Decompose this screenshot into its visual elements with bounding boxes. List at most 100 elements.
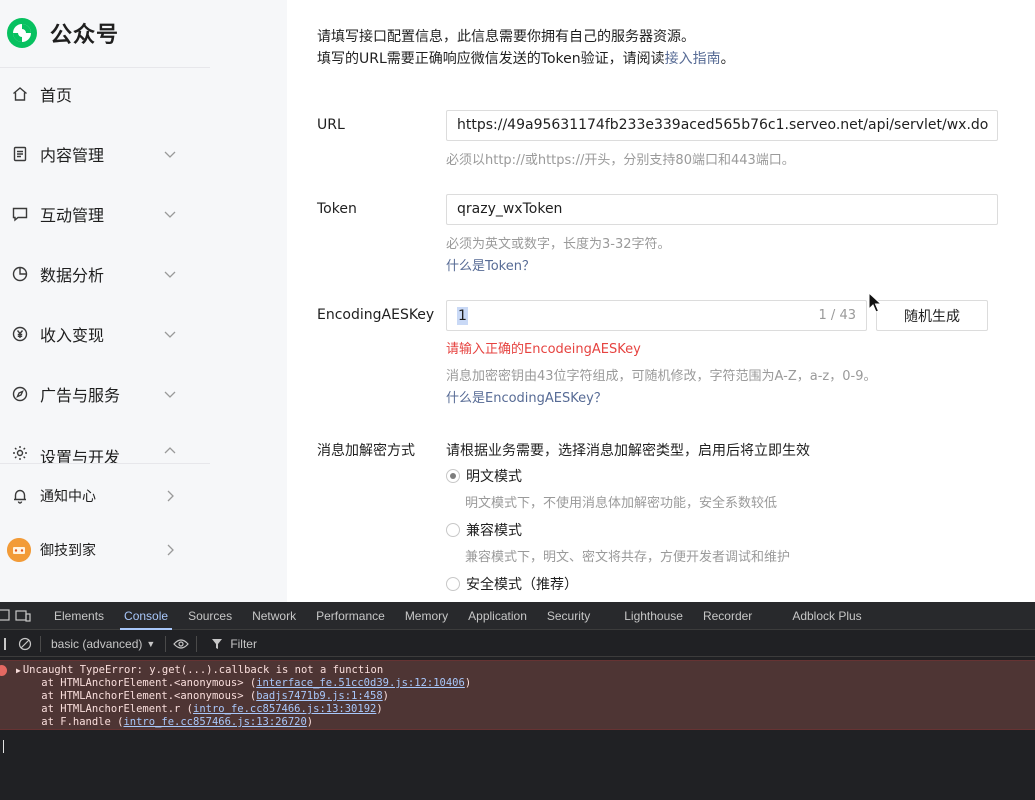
- devtools-tab-security[interactable]: Security: [537, 602, 600, 630]
- sidebar-item-interaction[interactable]: 互动管理: [0, 194, 210, 234]
- sidebar-item-settings[interactable]: 设置与开发: [0, 434, 210, 464]
- chevron-up-icon: [164, 447, 176, 454]
- radio-compatible-mode[interactable]: 兼容模式: [446, 520, 522, 540]
- pie-chart-icon: [11, 265, 29, 283]
- chat-icon: [11, 205, 29, 223]
- chevron-down-icon: [164, 331, 176, 338]
- devtools-tab-application[interactable]: Application: [458, 602, 537, 630]
- aes-key-error: 请输入正确的EncodeingAESKey: [446, 342, 641, 357]
- token-input[interactable]: qrazy_wxToken: [446, 194, 998, 225]
- home-icon: [11, 85, 29, 103]
- clear-console-icon[interactable]: [16, 630, 34, 658]
- intro-line-prefix: 填写的URL需要正确响应微信发送的Token验证，请阅读: [317, 51, 665, 67]
- encryption-mode-description: 请根据业务需要，选择消息加解密类型，启用后将立即生效: [446, 443, 810, 459]
- aes-key-input[interactable]: 1 1 / 43: [446, 300, 867, 331]
- stack-frame: at F.handle (intro_fe.cc857466.js:13:267…: [16, 716, 313, 729]
- chevron-right-icon: [167, 544, 174, 556]
- error-message-text: Uncaught TypeError: y.get(...).callback …: [22, 664, 384, 676]
- sidebar-item-home[interactable]: 首页: [0, 74, 210, 114]
- divider: [196, 635, 198, 652]
- chevron-down-icon: [164, 151, 176, 158]
- console-toolbar: basic (advanced) ▼ Filter: [0, 631, 1035, 657]
- radio-button[interactable]: [446, 523, 460, 537]
- console-input-caret[interactable]: [3, 740, 4, 753]
- aes-key-hint: 消息加密密钥由43位字符组成，可随机修改，字符范围为A-Z，a-z，0-9。: [446, 369, 877, 384]
- context-select[interactable]: basic (advanced) ▼: [47, 635, 159, 653]
- devtools-tab-memory[interactable]: Memory: [395, 602, 458, 630]
- stack-source-link[interactable]: interface_fe.51cc0d39.js:12:10406: [256, 677, 465, 689]
- device-toolbar-icon[interactable]: [14, 602, 32, 630]
- token-label: Token: [317, 201, 357, 217]
- sidebar-item-monetization[interactable]: 收入变现: [0, 314, 210, 354]
- stack-frame-suffix: ): [376, 703, 383, 715]
- chevron-down-icon: [164, 211, 176, 218]
- stack-frame-prefix: at F.handle (: [16, 716, 124, 728]
- sidebar-item-ads[interactable]: 广告与服务: [0, 374, 210, 414]
- url-input[interactable]: https://49a95631174fb233e339aced565b76c1…: [446, 110, 998, 141]
- radio-plaintext-mode[interactable]: 明文模式: [446, 466, 522, 486]
- devtools-tab-sources[interactable]: Sources: [178, 602, 242, 630]
- stack-frame: at HTMLAnchorElement.<anonymous> (badjs7…: [16, 690, 389, 703]
- brand-name: 公众号: [50, 23, 120, 48]
- radio-description: 兼容模式下，明文、密文将共存，方便开发者调试和维护: [465, 550, 791, 565]
- radio-button[interactable]: [446, 577, 460, 591]
- access-guide-link[interactable]: 接入指南: [665, 51, 721, 67]
- devtools-panel: Elements Console Sources Network Perform…: [0, 602, 1035, 800]
- url-hint: 必须以http://或https://开头，分别支持80端口和443端口。: [446, 153, 795, 168]
- devtools-tab-adblock-plus[interactable]: Adblock Plus: [782, 602, 871, 630]
- gear-icon: [11, 444, 29, 462]
- main-content: 请填写接口配置信息，此信息需要你拥有自己的服务器资源。 填写的URL需要正确响应…: [287, 0, 1035, 602]
- what-is-aes-key-link[interactable]: 什么是EncodingAESKey？: [446, 387, 607, 406]
- chevron-down-icon: [164, 271, 176, 278]
- radio-button-checked[interactable]: [446, 469, 460, 483]
- stack-source-link[interactable]: badjs7471b9.js:1:458: [256, 690, 382, 702]
- stack-frame-prefix: at HTMLAnchorElement.r (: [16, 703, 194, 715]
- console-error-message[interactable]: ▶ Uncaught TypeError: y.get(...).callback…: [0, 660, 1035, 730]
- brand[interactable]: 公众号: [6, 16, 119, 50]
- bell-icon: [11, 487, 29, 505]
- sidebar: 公众号 首页 内容管理 互动管理 数据分析 收入变现 广告与服务 设置与开发 通…: [0, 0, 287, 602]
- token-hint: 必须为英文或数字，长度为3-32字符。: [446, 237, 671, 252]
- sidebar-item-account[interactable]: 御技到家: [0, 530, 210, 570]
- console-filter-input[interactable]: Filter: [203, 634, 1033, 654]
- sidebar-item-analytics[interactable]: 数据分析: [0, 254, 210, 294]
- intro-line: 填写的URL需要正确响应微信发送的Token验证，请阅读接入指南。: [317, 48, 735, 70]
- sidebar-item-label: 广告与服务: [40, 386, 121, 405]
- radio-label: 兼容模式: [466, 523, 522, 539]
- sidebar-item-label: 收入变现: [40, 326, 105, 345]
- document-icon: [11, 145, 29, 163]
- devtools-tab-recorder[interactable]: Recorder: [693, 602, 762, 630]
- divider: [0, 67, 210, 68]
- sidebar-item-notifications[interactable]: 通知中心: [0, 476, 210, 516]
- stack-frame: at HTMLAnchorElement.r (intro_fe.cc85746…: [16, 703, 383, 716]
- divider: [165, 635, 167, 652]
- chevron-down-icon: [164, 391, 176, 398]
- stack-source-link[interactable]: intro_fe.cc857466.js:13:26720: [123, 716, 306, 728]
- devtools-tab-console[interactable]: Console: [114, 602, 178, 630]
- devtools-tab-performance[interactable]: Performance: [306, 602, 395, 630]
- expand-triangle-icon[interactable]: ▶: [16, 666, 21, 675]
- eye-icon[interactable]: [172, 630, 190, 658]
- what-is-token-link[interactable]: 什么是Token？: [446, 255, 535, 274]
- yen-icon: [11, 325, 29, 343]
- intro-line-suffix: 。: [720, 51, 735, 67]
- stack-source-link[interactable]: intro_fe.cc857466.js:13:30192: [193, 703, 376, 715]
- compass-icon: [11, 385, 29, 403]
- sidebar-toggle-icon[interactable]: [0, 630, 16, 658]
- divider: [0, 463, 210, 464]
- url-label: URL: [317, 117, 345, 133]
- random-generate-button[interactable]: 随机生成: [876, 300, 988, 331]
- devtools-tab-elements[interactable]: Elements: [44, 602, 114, 630]
- error-message-line: ▶ Uncaught TypeError: y.get(...).callback…: [16, 664, 383, 677]
- radio-label: 明文模式: [466, 469, 522, 485]
- devtools-tab-network[interactable]: Network: [242, 602, 306, 630]
- sidebar-item-content[interactable]: 内容管理: [0, 134, 210, 174]
- radio-secure-mode[interactable]: 安全模式（推荐）: [446, 574, 578, 594]
- aes-key-counter: 1 / 43: [818, 308, 856, 323]
- devtools-tab-lighthouse[interactable]: Lighthouse: [614, 602, 693, 630]
- inspect-element-icon[interactable]: [0, 602, 14, 630]
- intro-line: 请填写接口配置信息，此信息需要你拥有自己的服务器资源。: [317, 29, 695, 45]
- aes-key-value: 1: [457, 306, 468, 325]
- stack-frame: at HTMLAnchorElement.<anonymous> (interf…: [16, 677, 471, 690]
- chevron-right-icon: [167, 490, 174, 502]
